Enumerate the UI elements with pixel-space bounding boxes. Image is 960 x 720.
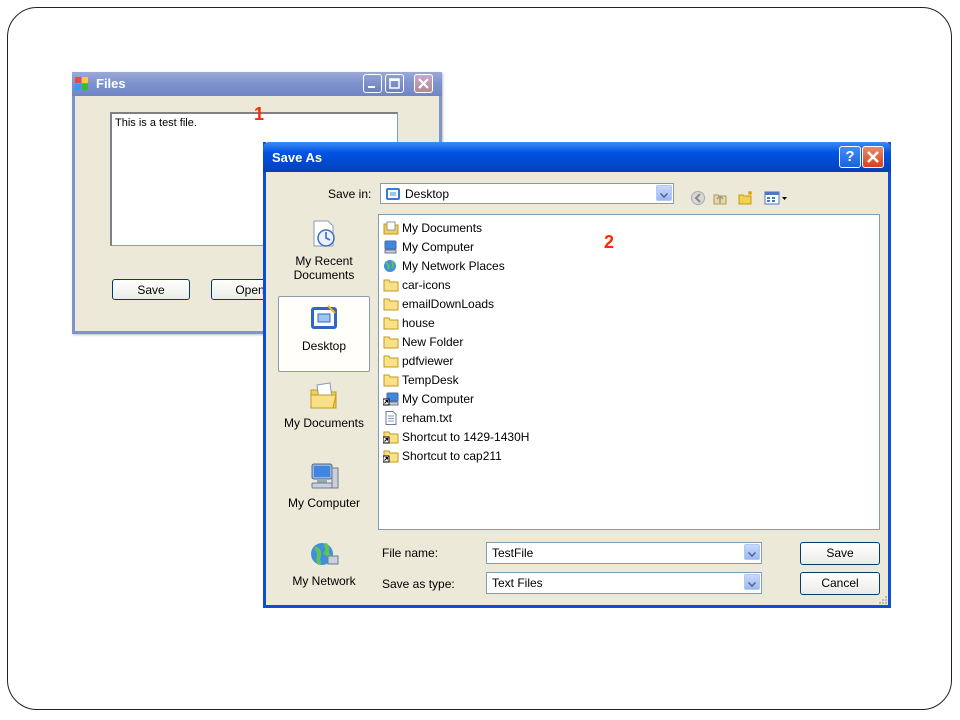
my-documents-icon bbox=[383, 221, 399, 235]
place-my-computer[interactable]: My Computer bbox=[278, 460, 370, 510]
text-file-icon bbox=[383, 411, 399, 425]
folder-icon bbox=[383, 278, 399, 292]
save-in-value: Desktop bbox=[405, 187, 450, 201]
file-name: house bbox=[402, 316, 435, 330]
chevron-down-icon[interactable] bbox=[744, 544, 760, 560]
folder-icon bbox=[383, 316, 399, 330]
file-name: Shortcut to cap211 bbox=[402, 449, 502, 463]
file-name: reham.txt bbox=[402, 411, 453, 425]
place-label: My Network bbox=[292, 574, 356, 588]
file-name: pdfviewer bbox=[402, 354, 454, 368]
resize-grip-icon[interactable] bbox=[876, 593, 888, 605]
network-places-icon bbox=[383, 259, 399, 273]
file-name-value: TestFile bbox=[492, 546, 534, 560]
dialog-close-button[interactable] bbox=[862, 146, 884, 168]
computer-shortcut-icon bbox=[382, 392, 399, 406]
place-label: My Computer bbox=[287, 496, 361, 510]
list-item[interactable]: emailDownLoads bbox=[383, 295, 494, 313]
save-as-titlebar[interactable]: Save As ? bbox=[263, 142, 891, 172]
help-button[interactable]: ? bbox=[839, 146, 861, 168]
folder-shortcut-icon bbox=[382, 430, 399, 444]
folder-icon bbox=[383, 335, 399, 349]
list-item[interactable]: Shortcut to 1429-1430H bbox=[382, 428, 530, 446]
files-window-titlebar[interactable]: Files bbox=[72, 72, 442, 96]
place-desktop[interactable]: Desktop bbox=[278, 296, 370, 372]
file-list[interactable]: My Documents My Computer My Network Places… bbox=[378, 214, 880, 530]
list-item[interactable]: New Folder bbox=[383, 333, 463, 351]
files-window-title: Files bbox=[96, 76, 126, 91]
list-item[interactable]: pdfviewer bbox=[383, 352, 453, 370]
list-item[interactable]: car-icons bbox=[383, 276, 451, 294]
save-as-title: Save As bbox=[272, 150, 323, 165]
save-type-value: Text Files bbox=[492, 576, 543, 590]
network-globe-icon bbox=[311, 542, 339, 566]
file-name: My Network Places bbox=[402, 259, 505, 273]
file-name: My Computer bbox=[402, 392, 475, 406]
minimize-button[interactable] bbox=[363, 74, 382, 93]
places-bar: My Recent Documents Desktop My Documents… bbox=[278, 214, 370, 594]
save-in-label: Save in: bbox=[328, 187, 372, 201]
list-item[interactable]: reham.txt bbox=[383, 409, 452, 427]
list-item[interactable]: My Computer bbox=[383, 238, 474, 256]
save-as-type-select[interactable]: Text Files bbox=[486, 572, 762, 594]
desktop-small-icon bbox=[386, 188, 400, 200]
recent-documents-icon bbox=[313, 220, 335, 247]
up-folder-icon[interactable] bbox=[712, 190, 728, 206]
maximize-icon bbox=[389, 78, 400, 89]
place-my-network[interactable]: My Network bbox=[278, 538, 370, 588]
maximize-button[interactable] bbox=[385, 74, 404, 93]
marker-2: 2 bbox=[604, 232, 615, 252]
list-item[interactable]: My Network Places bbox=[383, 257, 505, 275]
save-in-combo[interactable]: Desktop bbox=[380, 183, 674, 204]
folder-icon bbox=[383, 373, 399, 387]
my-computer-icon bbox=[311, 463, 339, 489]
folder-shortcut-icon bbox=[382, 449, 399, 463]
place-my-documents[interactable]: My Documents bbox=[278, 380, 370, 430]
back-icon[interactable] bbox=[690, 190, 706, 206]
place-label: Desktop bbox=[301, 339, 347, 353]
views-menu-icon[interactable] bbox=[764, 190, 790, 206]
file-name: car-icons bbox=[402, 278, 451, 292]
list-item[interactable]: My Documents bbox=[383, 219, 482, 237]
file-name: emailDownLoads bbox=[402, 297, 495, 311]
marker-1: 1 bbox=[254, 104, 265, 124]
file-name: My Computer bbox=[402, 240, 475, 254]
new-folder-icon[interactable] bbox=[738, 190, 754, 206]
place-label: My Documents bbox=[283, 416, 365, 430]
place-label: My Recent Documents bbox=[293, 254, 355, 282]
chevron-down-icon[interactable] bbox=[656, 185, 672, 201]
chevron-down-icon[interactable] bbox=[744, 574, 760, 590]
save-button[interactable]: Save bbox=[112, 279, 190, 300]
file-name-input[interactable]: TestFile bbox=[486, 542, 762, 564]
my-computer-icon bbox=[383, 240, 399, 254]
close-icon bbox=[418, 78, 429, 89]
files-close-button[interactable] bbox=[414, 74, 433, 93]
file-name: My Documents bbox=[402, 221, 483, 235]
folder-icon bbox=[383, 297, 399, 311]
file-name: Shortcut to 1429-1430H bbox=[402, 430, 530, 444]
list-item[interactable]: Shortcut to cap211 bbox=[382, 447, 502, 465]
file-name: New Folder bbox=[402, 335, 464, 349]
save-type-label: Save as type: bbox=[382, 577, 455, 591]
list-item[interactable]: house bbox=[383, 314, 435, 332]
list-item[interactable]: TempDesk bbox=[383, 371, 459, 389]
app-icon bbox=[75, 77, 88, 90]
file-name: TempDesk bbox=[402, 373, 459, 387]
file-name-label: File name: bbox=[382, 546, 439, 560]
close-icon bbox=[867, 151, 879, 163]
my-documents-folder-icon bbox=[310, 382, 337, 409]
list-item[interactable]: My Computer bbox=[382, 390, 475, 408]
minimize-icon bbox=[368, 86, 375, 88]
dialog-cancel-button[interactable]: Cancel bbox=[800, 572, 880, 595]
desktop-icon bbox=[311, 305, 337, 329]
place-my-recent-documents[interactable]: My Recent Documents bbox=[278, 218, 370, 282]
save-as-dialog: Save As ? Save in: Desktop My Recent Doc… bbox=[263, 142, 891, 608]
folder-icon bbox=[383, 354, 399, 368]
dialog-save-button[interactable]: Save bbox=[800, 542, 880, 565]
